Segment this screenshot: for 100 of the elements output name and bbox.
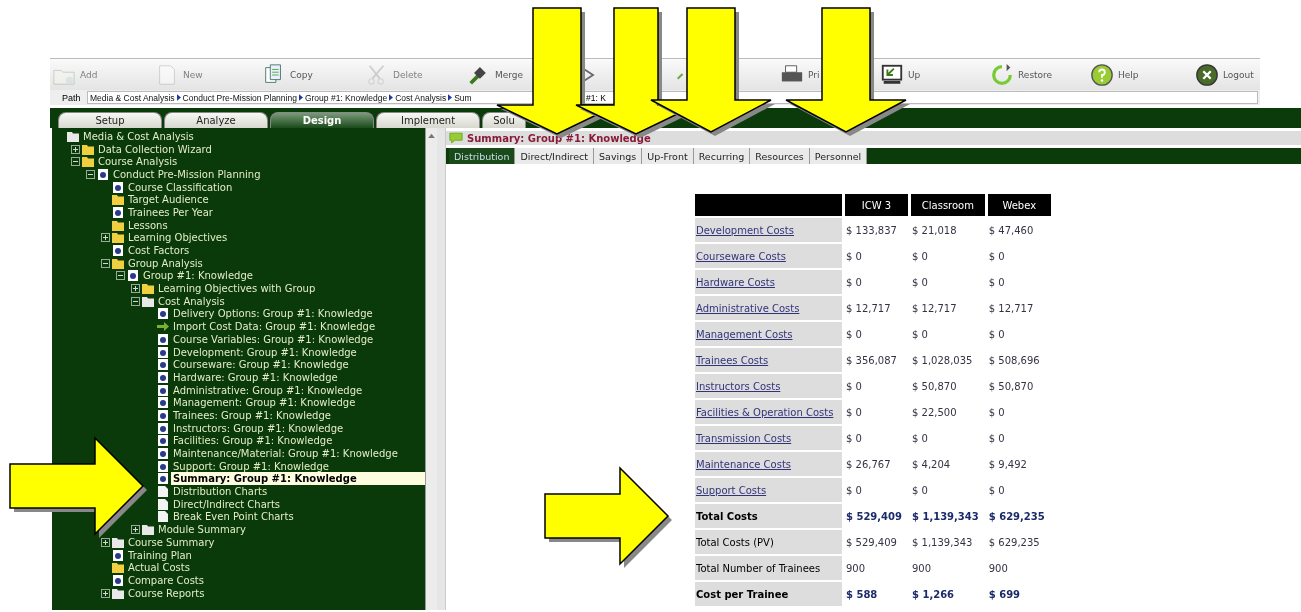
toolbar-label: New [183,69,203,80]
tab[interactable]: Implement [376,112,480,128]
expander-icon[interactable] [71,144,80,154]
tree-item[interactable]: Target Audience [126,193,211,207]
table-cell-text: $ 50,870 [987,379,1035,394]
expander-icon[interactable] [101,588,110,598]
tree-item[interactable]: Course Analysis [96,155,180,169]
tree-item[interactable]: Actual Costs [126,561,192,575]
cost-link[interactable]: Hardware Costs [696,276,775,288]
tree-item[interactable]: Support: Group #1: Knowledge [171,459,331,473]
tree-item[interactable]: Course Summary [126,535,217,549]
tab[interactable]: Setup [58,112,162,128]
cost-link[interactable]: Instructors Costs [696,380,781,392]
tree-item[interactable]: Group Analysis [126,256,205,270]
table-cell-text: 900 [911,561,933,576]
tree-item[interactable]: Administrative: Group #1: Knowledge [171,383,365,397]
tab[interactable]: Up-Front [642,148,694,164]
monitor-icon[interactable] [880,62,904,87]
tree-item[interactable]: Break Even Point Charts [171,510,296,524]
tree-item[interactable]: Learning Objectives [126,231,230,245]
scroll-up-icon[interactable] [428,133,435,138]
tree-item[interactable]: Facilities: Group #1: Knowledge [171,434,335,448]
tree-item[interactable]: Learning Objectives with Group [156,282,318,296]
table-cell-text: $ 0 [845,405,863,420]
tab[interactable]: Analyze [164,112,268,128]
tree-item[interactable]: Cost Analysis [156,294,227,308]
table-cell-text: $ 0 [911,327,929,342]
tab[interactable]: Savings [594,148,643,164]
tree-item[interactable]: Training Plan [126,548,194,562]
path-segment[interactable]: #1: K [586,92,606,103]
tree-item[interactable]: Instructors: Group #1: Knowledge [171,421,346,435]
tree-item[interactable]: Courseware: Group #1: Knowledge [171,358,351,372]
expander-icon[interactable] [101,537,110,547]
tree-item[interactable]: Direct/Indirect Charts [171,497,283,511]
page-icon [157,333,169,345]
cost-link[interactable]: Trainees Costs [696,354,769,366]
page-icon [112,206,124,218]
close-icon[interactable] [1195,62,1219,87]
expander-icon[interactable] [131,296,140,306]
tree-item[interactable]: Distribution Charts [171,485,270,499]
folder-icon [142,295,154,307]
cost-link[interactable]: Courseware Costs [696,250,786,262]
tree-item[interactable]: Course Classification [126,180,235,194]
tab[interactable]: Distribution [449,148,516,164]
folder-icon [142,283,154,295]
page-icon [157,359,169,371]
table-cell-text: $ 0 [987,327,1006,342]
tree-item[interactable]: Delivery Options: Group #1: Knowledge [171,307,375,321]
page-icon [157,486,169,498]
tree-item[interactable]: Course Reports [126,586,207,600]
tree-item[interactable]: Development: Group #1: Knowledge [171,345,359,359]
expander-icon[interactable] [131,284,140,294]
tree-item[interactable]: Group #1: Knowledge [141,269,255,283]
expander-icon[interactable] [71,157,80,167]
path-segment[interactable]: Group #1: Knowledge [304,92,388,103]
expander-icon[interactable] [101,258,110,268]
tree-item[interactable]: Lessons [126,218,170,232]
path-segment[interactable]: Media & Cost Analysis [90,92,175,103]
page-icon [157,422,169,434]
tree-item[interactable]: Maintenance/Material: Group #1: Knowledge [171,447,400,461]
path-segment[interactable]: Sum [454,92,472,103]
cost-link[interactable]: Facilities & Operation Costs [696,406,834,418]
expander-icon[interactable] [101,233,110,243]
tree-item[interactable]: Media & Cost Analysis [81,129,196,143]
tree-item[interactable]: Course Variables: Group #1: Knowledge [171,332,376,346]
tree-item[interactable]: Trainees: Group #1: Knowledge [171,408,333,422]
tree-item[interactable]: Cost Factors [126,244,192,258]
tab[interactable]: Recurring [693,148,751,164]
tree-item[interactable]: Hardware: Group #1: Knowledge [171,370,340,384]
cost-link[interactable]: Transmission Costs [696,432,792,444]
tab[interactable]: Direct/Indirect [515,148,595,164]
path-segment[interactable]: Conduct Pre-Mission Planning [182,92,297,103]
tab[interactable]: Resources [750,148,810,164]
tree-item[interactable]: Data Collection Wizard [96,142,214,156]
separator-icon [389,94,394,101]
help-icon[interactable] [1090,62,1114,87]
expander-icon[interactable] [86,169,95,179]
tree-item[interactable]: Conduct Pre-Mission Planning [111,167,263,181]
tree-item[interactable]: Management: Group #1: Knowledge [171,396,358,410]
page-icon [157,397,169,409]
tree-item[interactable]: Trainees Per Year [126,205,215,219]
toolbar-label: Merge [495,69,524,80]
tree-item[interactable]: Import Cost Data: Group #1: Knowledge [171,320,378,334]
tree-item[interactable]: Compare Costs [126,573,206,587]
folder-icon [142,524,154,536]
tree-item[interactable]: Summary: Group #1: Knowledge [171,472,425,486]
path-segment[interactable]: Cost Analysis [395,92,447,103]
expander-icon[interactable] [131,525,140,535]
table-cell-text: $ 0 [987,431,1006,446]
cost-link[interactable]: Development Costs [696,224,794,236]
cost-link[interactable]: Management Costs [696,328,793,340]
tree-item[interactable]: Module Summary [156,523,248,537]
expander-icon[interactable] [116,271,125,281]
tab[interactable]: Design [270,112,374,128]
page-icon [157,460,169,472]
cost-link[interactable]: Maintenance Costs [696,458,792,470]
tab[interactable]: Personnel [809,148,868,164]
cost-link[interactable]: Administrative Costs [696,302,800,314]
cost-link[interactable]: Support Costs [696,484,767,496]
scrollbar[interactable] [425,128,437,610]
